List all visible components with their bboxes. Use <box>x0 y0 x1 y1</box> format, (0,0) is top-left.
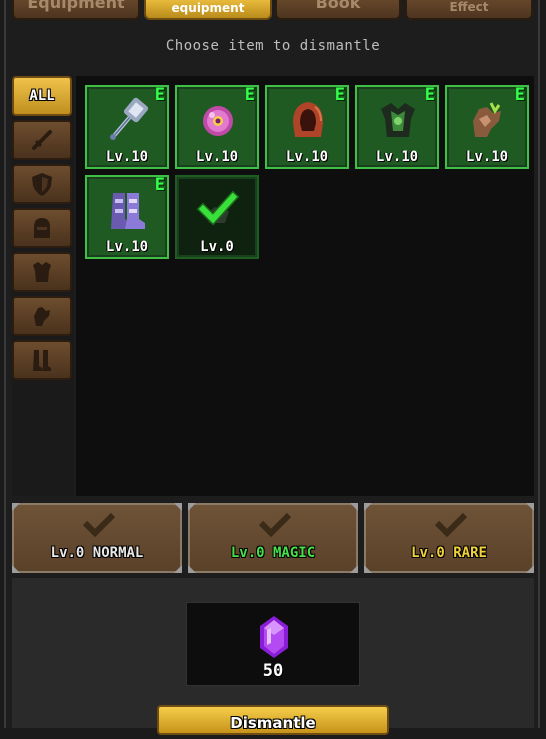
pink-orb-icon <box>203 106 233 136</box>
corner-ornament <box>188 503 196 511</box>
rarity-label: Lv.0 NORMAL <box>50 545 144 561</box>
filter-shield[interactable] <box>12 164 72 204</box>
filter-armor[interactable] <box>12 252 72 292</box>
checkmark-icon <box>82 512 116 537</box>
item-slot-checked[interactable]: Lv.0 <box>175 175 259 259</box>
item-level: Lv.10 <box>105 239 149 255</box>
item-level: Lv.10 <box>375 149 419 165</box>
checkmark-icon <box>258 512 292 537</box>
item-slot-hammer[interactable]: E Lv.10 <box>85 85 169 169</box>
corner-ornament <box>364 565 372 573</box>
reward-box: 50 <box>186 602 360 686</box>
filter-boots[interactable] <box>12 340 72 380</box>
dismantle-button[interactable]: Dismantle <box>157 705 389 735</box>
equipped-badge: E <box>154 85 165 105</box>
tab-equipment-2[interactable]: equipment <box>144 0 272 20</box>
purple-boots-icon <box>111 193 145 229</box>
item-level: Lv.0 <box>200 239 234 255</box>
purple-gem-icon <box>260 616 288 658</box>
item-slot-gauntlet[interactable]: E Lv.10 <box>445 85 529 169</box>
item-slot-hood[interactable]: E Lv.10 <box>265 85 349 169</box>
corner-ornament <box>364 503 372 511</box>
corner-ornament <box>526 565 534 573</box>
shield-icon <box>32 173 52 196</box>
tab-book[interactable]: Book <box>275 0 401 20</box>
item-grid: E Lv.10 E Lv.10 E Lv.10 E Lv.10 E Lv.10 … <box>76 76 534 496</box>
armor-icon <box>33 262 51 282</box>
warhammer-icon <box>110 97 149 140</box>
sword-icon <box>32 130 52 150</box>
equipped-badge: E <box>514 85 525 105</box>
item-slot-boots[interactable]: E Lv.10 <box>85 175 169 259</box>
green-check-icon <box>196 190 240 226</box>
filter-sidebar: ALL <box>12 76 74 496</box>
item-level: Lv.10 <box>105 149 149 165</box>
rarity-label: Lv.0 MAGIC <box>230 545 316 561</box>
select-magic-button[interactable]: Lv.0 MAGIC <box>188 503 358 573</box>
rarity-label: Lv.0 RARE <box>411 545 487 561</box>
equipped-badge: E <box>424 85 435 105</box>
green-armor-icon <box>381 103 415 137</box>
item-slot-orb[interactable]: E Lv.10 <box>175 85 259 169</box>
corner-ornament <box>350 503 358 511</box>
boots-icon <box>33 350 51 371</box>
corner-ornament <box>526 503 534 511</box>
corner-ornament <box>12 565 20 573</box>
select-normal-button[interactable]: Lv.0 NORMAL <box>12 503 182 573</box>
item-level: Lv.10 <box>285 149 329 165</box>
filter-gauntlet[interactable] <box>12 296 72 336</box>
item-level: Lv.10 <box>195 149 239 165</box>
tab-equipment-1[interactable]: Equipment <box>12 0 140 20</box>
page-subtitle: Choose item to dismantle <box>165 38 381 54</box>
tab-label: Book <box>315 0 361 12</box>
red-hood-icon <box>293 102 323 137</box>
corner-ornament <box>350 565 358 573</box>
gauntlet-icon <box>34 307 50 326</box>
tab-label: equipment <box>171 1 245 15</box>
equipped-badge: E <box>334 85 345 105</box>
item-slot-green-armor[interactable]: E Lv.10 <box>355 85 439 169</box>
corner-ornament <box>174 565 182 573</box>
gauntlet-icon <box>473 102 501 137</box>
select-rare-button[interactable]: Lv.0 RARE <box>364 503 534 573</box>
corner-ornament <box>188 565 196 573</box>
equipped-badge: E <box>154 175 165 195</box>
corner-ornament <box>12 503 20 511</box>
tab-effect[interactable]: Effect <box>405 0 533 20</box>
tab-label: Equipment <box>27 0 125 12</box>
item-level: Lv.10 <box>465 149 509 165</box>
filter-all-label: ALL <box>29 88 55 104</box>
filter-helmet[interactable] <box>12 208 72 248</box>
reward-amount: 50 <box>262 661 284 681</box>
checkmark-icon <box>434 512 468 537</box>
helmet-icon <box>34 218 50 238</box>
filter-all[interactable]: ALL <box>12 76 72 116</box>
corner-ornament <box>174 503 182 511</box>
filter-weapon[interactable] <box>12 120 72 160</box>
equipped-badge: E <box>244 85 255 105</box>
tab-label: Effect <box>449 0 489 14</box>
